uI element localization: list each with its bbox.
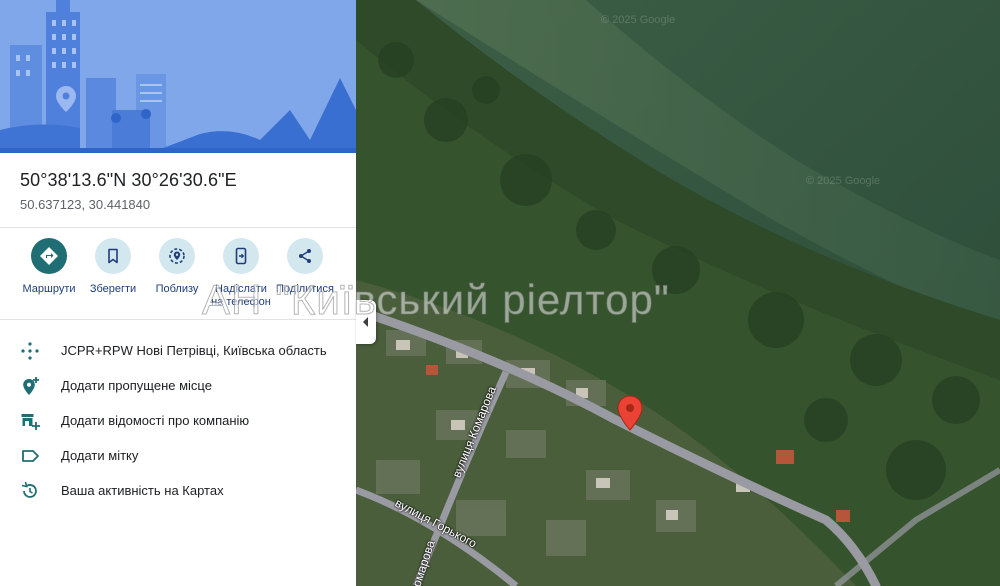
add-business-text: Додати відомості про компанію <box>61 413 250 428</box>
hero-illustration <box>0 0 356 153</box>
divider <box>0 227 356 228</box>
add-place-row[interactable]: Додати пропущене місце <box>0 370 356 402</box>
watermark-text: АН "Київський ріелтор" <box>202 276 670 324</box>
maps-activity-row[interactable]: Ваша активність на Картах <box>0 475 356 507</box>
nearby-button[interactable]: Поблизу <box>145 238 209 296</box>
add-business-icon <box>18 410 42 432</box>
add-label-text: Додати мітку <box>61 448 139 463</box>
directions-icon <box>31 238 67 274</box>
plus-code-icon <box>18 340 42 362</box>
add-place-icon <box>18 375 42 397</box>
maps-activity-text: Ваша активність на Картах <box>61 483 224 498</box>
share-icon <box>287 238 323 274</box>
directions-button[interactable]: Маршрути <box>17 238 81 296</box>
place-decimal-coordinates: 50.637123, 30.441840 <box>20 197 151 212</box>
add-place-text: Додати пропущене місце <box>61 378 212 393</box>
nearby-label: Поблизу <box>155 283 199 295</box>
save-button[interactable]: Зберегти <box>81 238 145 296</box>
send-to-phone-icon <box>223 238 259 274</box>
nearby-icon <box>159 238 195 274</box>
plus-code-row[interactable]: JCPR+RPW Нові Петрівці, Київська область <box>0 335 356 367</box>
save-label: Зберегти <box>89 283 137 295</box>
plus-code-text: JCPR+RPW Нові Петрівці, Київська область <box>61 343 327 358</box>
directions-label: Маршрути <box>22 283 76 295</box>
map-copyright: © 2025 Google <box>601 14 676 26</box>
add-business-row[interactable]: Додати відомості про компанію <box>0 405 356 437</box>
map-copyright: © 2025 Google <box>806 175 881 187</box>
bookmark-icon <box>95 238 131 274</box>
add-label-row[interactable]: Додати мітку <box>0 440 356 472</box>
label-icon <box>18 445 42 467</box>
place-title: 50°38'13.6"N 30°26'30.6"E <box>20 170 237 190</box>
history-icon <box>18 480 42 502</box>
